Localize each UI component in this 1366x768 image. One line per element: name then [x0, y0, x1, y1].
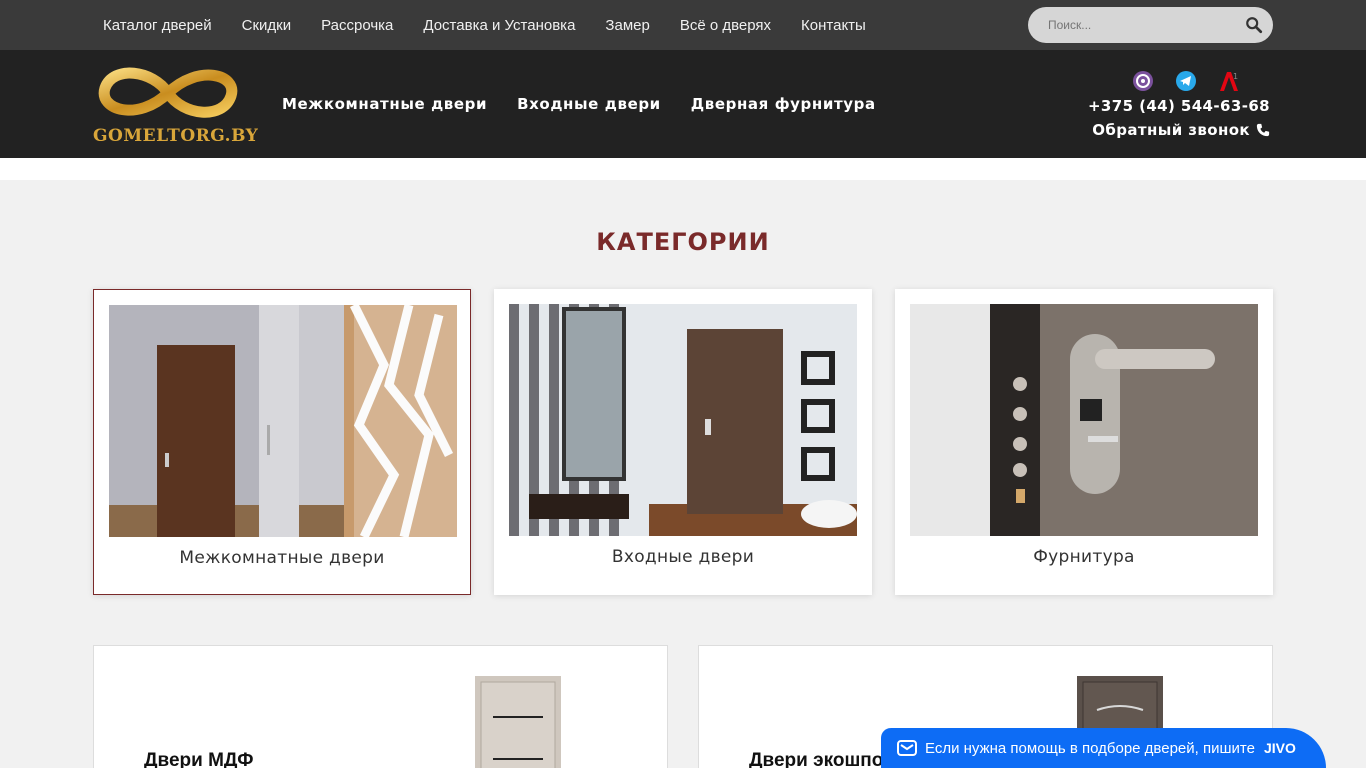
category-image-hardware — [910, 304, 1258, 536]
top-nav: Каталог дверей Скидки Рассрочка Доставка… — [93, 0, 886, 50]
a1-icon[interactable]: 1 — [1218, 70, 1240, 92]
callback-label: Обратный звонок — [1092, 121, 1250, 139]
header-divider — [0, 158, 1366, 180]
topnav-delivery[interactable]: Доставка и Установка — [423, 17, 575, 34]
phone-number[interactable]: +375 (44) 544-63-68 — [1088, 97, 1270, 115]
category-card-entrance[interactable]: Входные двери — [494, 289, 872, 595]
nav-door-hardware[interactable]: Дверная фурнитура — [691, 95, 876, 113]
chat-widget[interactable]: Если нужна помощь в подборе дверей, пиши… — [881, 728, 1326, 768]
chat-prompt: Если нужна помощь в подборе дверей, пиши… — [925, 740, 1255, 757]
category-label: Фурнитура — [1033, 547, 1135, 567]
category-label: Входные двери — [611, 547, 755, 567]
jivo-logo: JIVO — [1264, 740, 1296, 756]
nav-interior-doors[interactable]: Межкомнатные двери — [282, 95, 487, 113]
section-title: КАТЕГОРИИ — [596, 228, 770, 256]
svg-text:1: 1 — [1233, 72, 1238, 81]
category-image-interior — [109, 305, 457, 537]
nav-entrance-doors[interactable]: Входные двери — [517, 95, 661, 113]
subcategory-card-mdf[interactable]: Двери МДФ — [93, 645, 668, 768]
logo[interactable]: GOMELTORG.BY — [93, 60, 258, 146]
header: GOMELTORG.BY Межкомнатные двери Входные … — [0, 50, 1366, 158]
topnav-discounts[interactable]: Скидки — [242, 17, 291, 34]
viber-icon[interactable] — [1132, 70, 1154, 92]
phone-icon — [1256, 123, 1270, 137]
topnav-installment[interactable]: Рассрочка — [321, 17, 393, 34]
category-image-entrance — [509, 304, 857, 536]
door-thumbnail — [475, 676, 561, 768]
subcategory-title: Двери МДФ — [144, 750, 254, 768]
logo-text: GOMELTORG.BY — [93, 126, 259, 146]
category-card-hardware[interactable]: Фурнитура — [895, 289, 1273, 595]
topnav-measure[interactable]: Замер — [605, 17, 649, 34]
topnav-about-doors[interactable]: Всё о дверях — [680, 17, 771, 34]
infinity-logo-icon — [98, 67, 238, 118]
callback-link[interactable]: Обратный звонок — [1092, 121, 1270, 139]
topnav-catalog[interactable]: Каталог дверей — [103, 17, 212, 34]
search-icon[interactable] — [1245, 16, 1263, 34]
top-bar: Каталог дверей Скидки Рассрочка Доставка… — [0, 0, 1366, 50]
telegram-icon[interactable] — [1175, 70, 1197, 92]
main-nav: Межкомнатные двери Входные двери Дверная… — [282, 50, 906, 158]
social-links: 1 — [1132, 70, 1261, 92]
category-label: Межкомнатные двери — [179, 548, 385, 568]
mail-icon — [897, 740, 917, 756]
topnav-contacts[interactable]: Контакты — [801, 17, 866, 34]
subcategory-title: Двери экошпон — [749, 750, 895, 768]
category-card-interior[interactable]: Межкомнатные двери — [93, 289, 471, 595]
search-box — [1028, 7, 1273, 43]
search-input[interactable] — [1048, 7, 1238, 43]
